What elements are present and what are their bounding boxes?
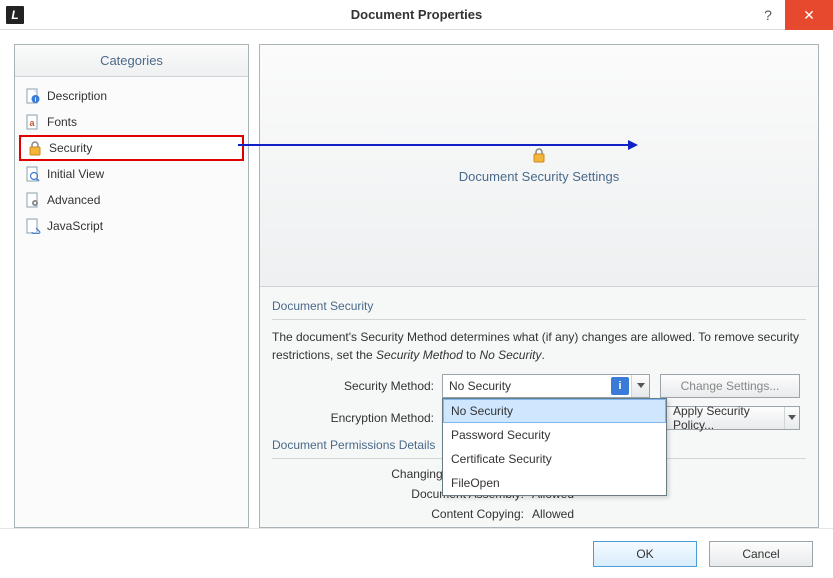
annotation-arrow-head: [628, 140, 638, 150]
divider: [272, 319, 806, 320]
sidebar-item-initial-view[interactable]: Initial View: [19, 161, 244, 187]
page-font-icon: a: [25, 114, 41, 130]
categories-panel: Categories i Description a Fonts Securit…: [14, 44, 249, 528]
security-method-dropdown: No Security Password Security Certificat…: [442, 398, 667, 496]
sidebar-item-advanced[interactable]: Advanced: [19, 187, 244, 213]
page-magnifier-icon: [25, 166, 41, 182]
sidebar-item-label: Description: [47, 89, 107, 103]
sidebar-item-label: JavaScript: [47, 219, 103, 233]
lock-icon: [27, 140, 43, 156]
categories-header: Categories: [15, 45, 248, 77]
apply-security-policy-label: Apply Security Policy...: [661, 404, 784, 432]
lock-icon: [531, 147, 547, 163]
ok-button[interactable]: OK: [593, 541, 697, 567]
dropdown-option-certificate-security[interactable]: Certificate Security: [443, 447, 666, 471]
sidebar-item-label: Fonts: [47, 115, 77, 129]
chevron-down-icon[interactable]: [631, 375, 649, 397]
sidebar-item-label: Initial View: [47, 167, 104, 181]
help-button[interactable]: ?: [751, 0, 785, 30]
security-method-value: No Security: [443, 379, 611, 393]
change-settings-button[interactable]: Change Settings...: [660, 374, 800, 398]
permission-row: Content Copying for Accessibility:Allowe…: [272, 527, 806, 528]
page-gear-icon: [25, 192, 41, 208]
security-method-label: Security Method:: [272, 379, 442, 393]
sidebar-item-javascript[interactable]: JavaScript: [19, 213, 244, 239]
dropdown-option-no-security[interactable]: No Security: [443, 399, 666, 423]
annotation-arrow: [238, 144, 628, 146]
encryption-method-label: Encryption Method:: [272, 411, 442, 425]
page-script-icon: [25, 218, 41, 234]
titlebar: L Document Properties ? ✕: [0, 0, 833, 30]
sidebar-item-label: Security: [49, 141, 92, 155]
sidebar-item-label: Advanced: [47, 193, 100, 207]
cancel-button[interactable]: Cancel: [709, 541, 813, 567]
info-icon[interactable]: i: [611, 377, 629, 395]
window-title: Document Properties: [0, 7, 833, 22]
main-header: Document Security Settings: [260, 45, 818, 287]
main-header-label: Document Security Settings: [459, 169, 619, 184]
dropdown-option-fileopen[interactable]: FileOpen: [443, 471, 666, 495]
main-panel: Document Security Settings Document Secu…: [259, 44, 819, 528]
sidebar-item-security[interactable]: Security: [19, 135, 244, 161]
dropdown-option-password-security[interactable]: Password Security: [443, 423, 666, 447]
sidebar-item-fonts[interactable]: a Fonts: [19, 109, 244, 135]
close-button[interactable]: ✕: [785, 0, 833, 30]
chevron-down-icon[interactable]: [784, 407, 799, 429]
security-description: The document's Security Method determine…: [272, 328, 806, 364]
permission-row: Content Copying:Allowed: [272, 507, 806, 521]
dialog-footer: OK Cancel: [0, 528, 833, 578]
sidebar-item-description[interactable]: i Description: [19, 83, 244, 109]
page-info-icon: i: [25, 88, 41, 104]
categories-list: i Description a Fonts Security: [15, 77, 248, 527]
apply-security-policy-button[interactable]: Apply Security Policy...: [660, 406, 800, 430]
content-area: Categories i Description a Fonts Securit…: [0, 30, 833, 528]
security-method-select[interactable]: No Security i No Security Password Secur…: [442, 374, 650, 398]
doc-security-group-title: Document Security: [272, 299, 806, 313]
